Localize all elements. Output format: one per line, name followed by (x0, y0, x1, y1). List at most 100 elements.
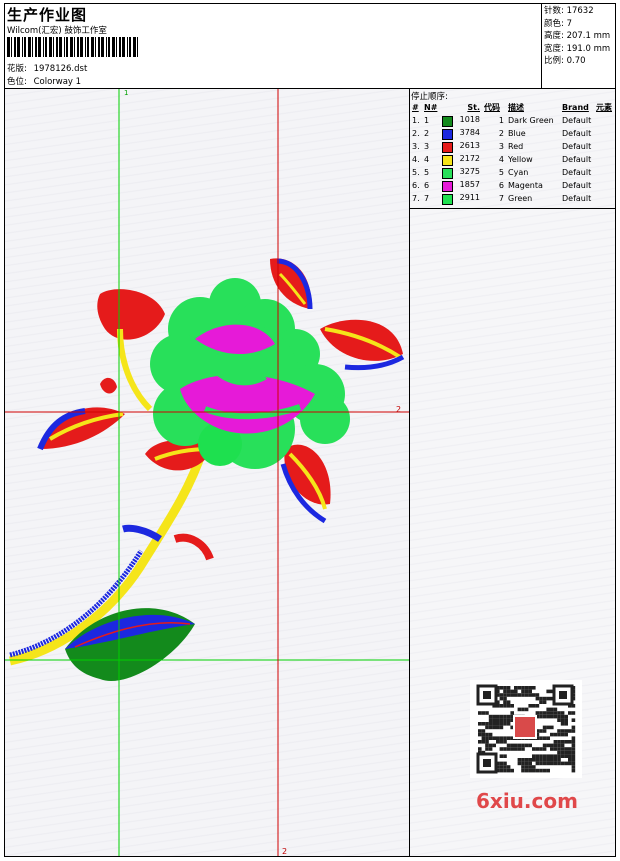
row-code: 7 (498, 194, 504, 203)
page-title: 生产作业图 (7, 6, 88, 24)
design-value: 1978126.dst (33, 64, 88, 74)
design-label: 花版: (7, 64, 27, 74)
row-index: 1. (412, 116, 420, 125)
color-swatch (442, 180, 453, 192)
row-stitches: 3275 (459, 166, 480, 176)
row-n: 4 (424, 155, 430, 164)
barcode (7, 37, 138, 57)
qr-code (470, 680, 582, 778)
row-st: 3275 (440, 166, 482, 179)
color-swatch (442, 128, 453, 140)
col-hash: # (412, 103, 419, 112)
row-desc: Green (508, 194, 533, 203)
row-index: 6. (412, 181, 420, 190)
row-st: 2911 (440, 192, 482, 205)
stat-scale: 比例: 0.70 (544, 56, 586, 66)
color-swatch (442, 154, 453, 166)
row-stitches: 2172 (459, 153, 480, 163)
row-element (594, 140, 614, 153)
row-element (594, 179, 614, 192)
row-code: 6 (498, 181, 504, 190)
row-desc: Magenta (508, 181, 543, 190)
colorway-line: 色位: Colorway 1 (7, 75, 81, 87)
row-stitches: 2613 (459, 140, 480, 150)
stat-stitches: 针数: 17632 (544, 6, 594, 16)
row-n: 2 (424, 129, 430, 138)
row-st: 2613 (440, 140, 482, 153)
colorway-value: Colorway 1 (33, 77, 82, 87)
row-st: 1857 (440, 179, 482, 192)
col-n: N# (424, 103, 438, 112)
row-index: 3. (412, 142, 420, 151)
panel-hline (410, 208, 616, 209)
row-brand: Default (562, 194, 592, 203)
stat-colors: 颜色: 7 (544, 18, 572, 29)
row-st: 1018 (440, 114, 482, 127)
row-stitches: 3784 (459, 127, 480, 137)
row-desc: Yellow (508, 155, 533, 164)
row-brand: Default (562, 168, 592, 177)
row-element (594, 166, 614, 179)
row-code: 4 (498, 155, 504, 164)
row-index: 7. (412, 194, 420, 203)
row-n: 3 (424, 142, 430, 151)
watermark-logo: 6xiu.com (476, 789, 578, 813)
row-brand: Default (562, 181, 592, 190)
stat-height: 高度: 207.1 mm (544, 31, 611, 41)
color-row[interactable]: 1. 1 1018 1 Dark Green Default (410, 114, 614, 127)
row-stitches: 2911 (459, 192, 480, 202)
row-element (594, 153, 614, 166)
color-swatch (442, 141, 453, 153)
row-brand: Default (562, 116, 592, 125)
color-table: # N# St. 代码 描述 Brand 元素 1. 1 1018 1 Dark Gre… (410, 101, 614, 205)
colorway-label: 色位: (7, 77, 27, 87)
row-element (594, 114, 614, 127)
row-brand: Default (562, 155, 592, 164)
row-stitches: 1018 (459, 114, 480, 124)
row-desc: Cyan (508, 168, 529, 177)
color-row[interactable]: 2. 2 3784 2 Blue Default (410, 127, 614, 140)
row-n: 6 (424, 181, 430, 190)
row-index: 4. (412, 155, 420, 164)
row-n: 5 (424, 168, 430, 177)
row-element (594, 192, 614, 205)
stats-box: 针数: 17632 颜色: 7 高度: 207.1 mm 宽度: 191.0 m… (541, 3, 616, 89)
row-code: 2 (498, 129, 504, 138)
row-index: 2. (412, 129, 420, 138)
row-stitches: 1857 (459, 179, 480, 189)
row-index: 5. (412, 168, 420, 177)
row-n: 7 (424, 194, 430, 203)
color-row[interactable]: 6. 6 1857 6 Magenta Default (410, 179, 614, 192)
subtitle: Wilcom(汇宏) 鼓饰工作室 (7, 26, 107, 36)
guide-marker-top: 1 (124, 89, 129, 97)
row-desc: Red (508, 142, 524, 151)
row-desc: Blue (508, 129, 526, 138)
color-swatch (442, 167, 453, 179)
row-code: 3 (498, 142, 504, 151)
col-brand: Brand (562, 103, 589, 112)
col-st: St. (467, 103, 480, 112)
design-file-line: 花版: 1978126.dst (7, 62, 87, 74)
color-row[interactable]: 4. 4 2172 4 Yellow Default (410, 153, 614, 166)
col-element: 元素 (596, 103, 612, 112)
row-st: 2172 (440, 153, 482, 166)
color-row[interactable]: 5. 5 3275 5 Cyan Default (410, 166, 614, 179)
row-st: 3784 (440, 127, 482, 140)
guide-marker-right: 2 (396, 405, 402, 414)
embroidery-design (5, 89, 409, 856)
qr-code-graphic (476, 684, 576, 774)
guide-marker-bottom: 2 (282, 847, 288, 856)
col-desc: 描述 (508, 103, 524, 112)
row-code: 1 (498, 116, 504, 125)
row-code: 5 (498, 168, 504, 177)
stat-width: 宽度: 191.0 mm (544, 43, 611, 54)
row-desc: Dark Green (508, 116, 554, 125)
row-n: 1 (424, 116, 430, 125)
color-swatch (442, 193, 453, 205)
color-table-header: # N# St. 代码 描述 Brand 元素 (410, 101, 614, 114)
color-row[interactable]: 3. 3 2613 3 Red Default (410, 140, 614, 153)
design-canvas[interactable]: 1 2 2 (5, 89, 409, 856)
row-brand: Default (562, 142, 592, 151)
color-row[interactable]: 7. 7 2911 7 Green Default (410, 192, 614, 205)
color-swatch (442, 115, 453, 127)
